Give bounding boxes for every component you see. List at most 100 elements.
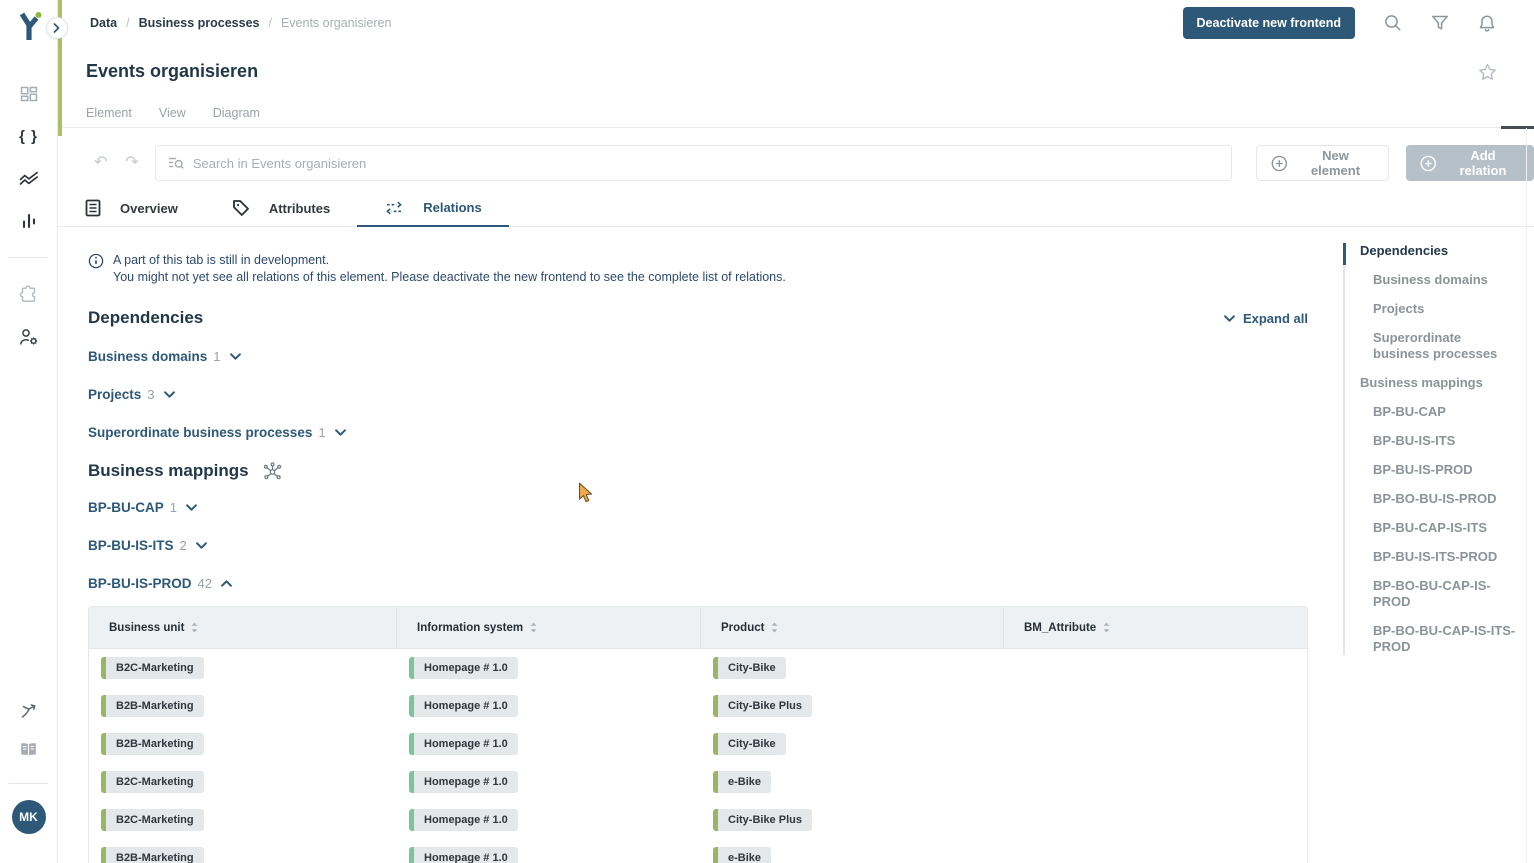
tab-overview[interactable]: Overview <box>58 190 205 226</box>
user-settings-icon <box>19 328 39 346</box>
element-chip[interactable]: B2B-Marketing <box>101 733 204 755</box>
scrollbar-thumb[interactable] <box>1501 126 1534 129</box>
table-row[interactable]: B2B-Marketing Homepage # 1.0 City-Bike Plu… <box>89 687 1307 725</box>
column-header-bm-attribute[interactable]: BM_Attribute <box>1004 607 1307 648</box>
redo-button[interactable]: ↷ <box>125 155 138 171</box>
right-nav-item[interactable]: Business domains <box>1345 272 1520 288</box>
group-count: 3 <box>147 387 154 402</box>
chevron-down-icon <box>186 504 197 511</box>
tab-attributes[interactable]: Attributes <box>205 190 357 226</box>
sidebar-item-admin[interactable] <box>0 328 57 346</box>
sidebar-item-documentation[interactable] <box>0 742 57 757</box>
expand-all-label: Expand all <box>1243 311 1308 326</box>
right-nav-item[interactable]: BP-BU-IS-ITS-PROD <box>1345 549 1520 565</box>
element-chip[interactable]: e-Bike <box>713 847 771 863</box>
right-nav-item[interactable]: BP-BU-IS-PROD <box>1345 462 1520 478</box>
element-search-input[interactable] <box>193 156 1219 171</box>
user-avatar[interactable]: MK <box>0 800 57 834</box>
right-nav-item[interactable]: Superordinate business processes <box>1345 330 1520 362</box>
element-chip[interactable]: Homepage # 1.0 <box>409 847 518 863</box>
sidebar-item-dashboards[interactable] <box>0 86 57 104</box>
breadcrumb-business-processes[interactable]: Business processes <box>139 16 260 30</box>
element-chip[interactable]: City-Bike Plus <box>713 695 812 717</box>
right-nav-item[interactable]: Projects <box>1345 301 1520 317</box>
table-cell: City-Bike Plus <box>701 695 1004 717</box>
column-header-business-unit[interactable]: Business unit <box>89 607 397 648</box>
sidebar-item-data[interactable]: { } <box>0 128 57 145</box>
plus-circle-icon <box>1271 155 1288 172</box>
sidebar-expand-button[interactable] <box>46 17 68 39</box>
sidebar-item-reports[interactable] <box>0 213 57 229</box>
sidebar-item-process-flows[interactable] <box>0 703 57 719</box>
element-chip[interactable]: City-Bike <box>713 733 786 755</box>
menu-view[interactable]: View <box>159 106 186 120</box>
group-bp-bu-cap[interactable]: BP-BU-CAP 1 <box>88 497 1308 517</box>
element-chip[interactable]: Homepage # 1.0 <box>409 771 518 793</box>
element-chip[interactable]: Homepage # 1.0 <box>409 657 518 679</box>
table-cell: B2B-Marketing <box>89 695 397 717</box>
element-chip[interactable]: B2B-Marketing <box>101 847 204 863</box>
network-icon[interactable] <box>262 462 283 481</box>
global-search-button[interactable] <box>1382 12 1404 34</box>
tab-relations[interactable]: Relations <box>357 190 509 227</box>
menu-element[interactable]: Element <box>86 106 132 120</box>
element-chip[interactable]: B2C-Marketing <box>101 809 204 831</box>
right-nav-item[interactable]: BP-BO-BU-IS-PROD <box>1345 491 1520 507</box>
element-chip[interactable]: City-Bike Plus <box>713 809 812 831</box>
sidebar-item-extensions[interactable] <box>0 285 57 304</box>
right-nav-item[interactable]: BP-BU-CAP-IS-ITS <box>1345 520 1520 536</box>
menu-diagram[interactable]: Diagram <box>213 106 260 120</box>
table-row[interactable]: B2B-Marketing Homepage # 1.0 e-Bike <box>89 839 1307 863</box>
element-search-box[interactable] <box>155 145 1232 181</box>
star-icon <box>1478 63 1497 81</box>
table-cell: B2C-Marketing <box>89 657 397 679</box>
group-projects[interactable]: Projects 3 <box>88 384 1308 404</box>
right-nav-item[interactable]: Dependencies <box>1345 243 1520 259</box>
sidebar-item-insights[interactable] <box>0 171 57 186</box>
column-header-product[interactable]: Product <box>701 607 1004 648</box>
right-nav-item[interactable]: Business mappings <box>1345 375 1520 391</box>
table-row[interactable]: B2B-Marketing Homepage # 1.0 City-Bike <box>89 725 1307 763</box>
sort-icon <box>530 622 537 633</box>
right-nav-item[interactable]: BP-BU-CAP <box>1345 404 1520 420</box>
add-relation-button[interactable]: Add relation <box>1406 145 1534 181</box>
filter-button[interactable] <box>1429 13 1451 33</box>
undo-button[interactable]: ↶ <box>94 155 107 171</box>
table-cell: e-Bike <box>701 771 1004 793</box>
scrollbar-track[interactable] <box>1526 128 1527 863</box>
right-nav-item[interactable]: BP-BO-BU-CAP-IS-ITS-PROD <box>1345 623 1520 655</box>
group-business-domains[interactable]: Business domains 1 <box>88 346 1308 366</box>
business-mappings-header: Business mappings <box>88 461 1308 481</box>
table-row[interactable]: B2C-Marketing Homepage # 1.0 City-Bike <box>89 649 1307 687</box>
right-nav-item[interactable]: BP-BU-IS-ITS <box>1345 433 1520 449</box>
table-cell: B2B-Marketing <box>89 733 397 755</box>
new-element-button[interactable]: New element <box>1256 145 1389 181</box>
group-bp-bu-is-prod[interactable]: BP-BU-IS-PROD 42 <box>88 573 1308 593</box>
column-header-information-system[interactable]: Information system <box>397 607 701 648</box>
element-chip[interactable]: e-Bike <box>713 771 771 793</box>
dependencies-heading: Dependencies <box>88 308 203 328</box>
element-chip[interactable]: Homepage # 1.0 <box>409 809 518 831</box>
element-chip[interactable]: City-Bike <box>713 657 786 679</box>
chevron-down-icon <box>230 353 241 360</box>
page-menu: Element View Diagram <box>86 106 260 120</box>
chevron-down-icon <box>1224 315 1235 322</box>
group-superordinate-business-processes[interactable]: Superordinate business processes 1 <box>88 422 1308 442</box>
deactivate-frontend-button[interactable]: Deactivate new frontend <box>1183 7 1355 39</box>
topbar: Data / Business processes / Events organ… <box>62 0 1534 46</box>
expand-all-button[interactable]: Expand all <box>1224 311 1308 326</box>
element-chip[interactable]: B2B-Marketing <box>101 695 204 717</box>
element-chip[interactable]: B2C-Marketing <box>101 771 204 793</box>
element-chip[interactable]: Homepage # 1.0 <box>409 733 518 755</box>
element-chip[interactable]: Homepage # 1.0 <box>409 695 518 717</box>
group-bp-bu-is-its[interactable]: BP-BU-IS-ITS 2 <box>88 535 1308 555</box>
table-row[interactable]: B2C-Marketing Homepage # 1.0 City-Bike Plu… <box>89 801 1307 839</box>
favorite-star-button[interactable] <box>1478 63 1497 86</box>
notifications-button[interactable] <box>1476 12 1498 35</box>
right-nav-item[interactable]: BP-BO-BU-CAP-IS-PROD <box>1345 578 1520 610</box>
table-row[interactable]: B2C-Marketing Homepage # 1.0 e-Bike <box>89 763 1307 801</box>
branch-arrow-icon <box>20 703 38 719</box>
breadcrumb-data[interactable]: Data <box>90 16 117 30</box>
element-tabs: Overview Attributes Relations <box>58 190 1534 227</box>
element-chip[interactable]: B2C-Marketing <box>101 657 204 679</box>
